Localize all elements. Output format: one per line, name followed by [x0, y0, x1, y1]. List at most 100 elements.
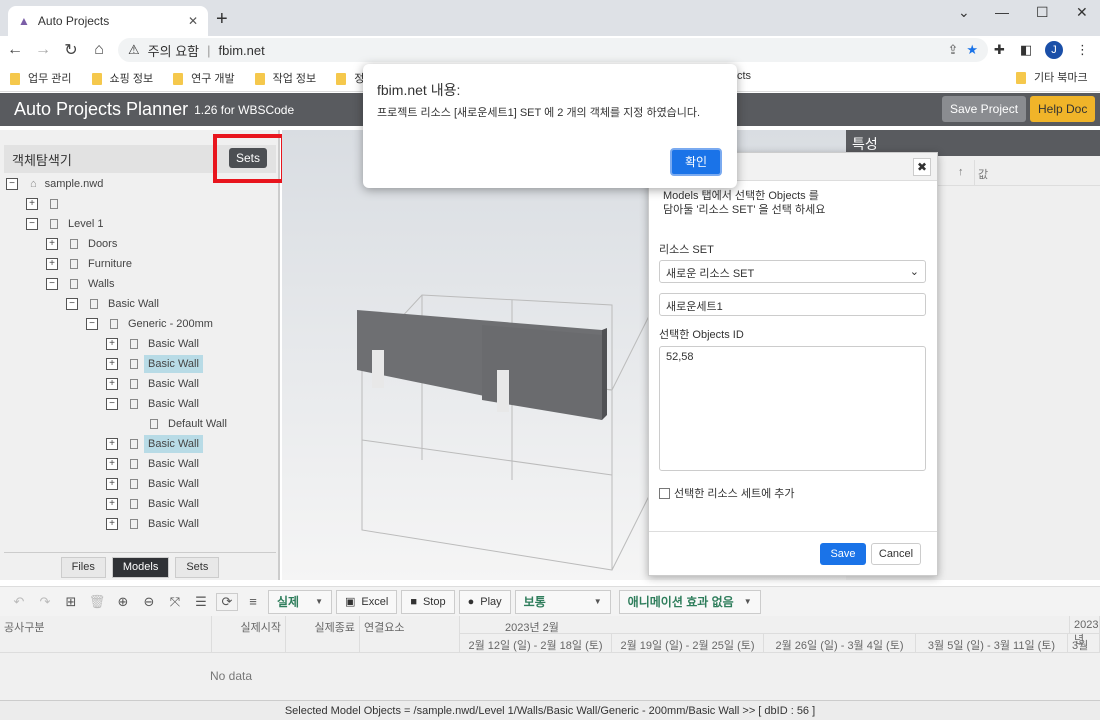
tree-item[interactable]: − Basic Wall — [4, 394, 276, 414]
share-icon[interactable]: ⇪ — [947, 42, 958, 58]
bookmark-item[interactable]: 쇼핑 정보 — [91, 70, 153, 86]
cancel-button[interactable]: Cancel — [871, 543, 921, 565]
add-to-set-checkbox-row[interactable]: 선택한 리소스 세트에 추가 — [659, 485, 795, 501]
folder-icon — [336, 72, 347, 85]
tree-item[interactable]: − ⌂ sample.nwd — [4, 174, 276, 194]
list-icon[interactable]: ≡ — [242, 594, 264, 609]
expand-icon[interactable]: + — [106, 338, 118, 350]
object-ids-textarea[interactable]: 52,58 — [659, 346, 926, 471]
reload-icon[interactable]: ↻ — [58, 40, 84, 60]
help-doc-button[interactable]: Help Doc — [1030, 96, 1096, 122]
menu-icon[interactable]: ⋮ — [1076, 42, 1089, 58]
expand-icon[interactable]: + — [106, 378, 118, 390]
add-to-set-checkbox[interactable] — [659, 487, 670, 499]
expand-icon[interactable]: + — [106, 458, 118, 470]
collapse-icon[interactable]: − — [106, 398, 118, 410]
undo-icon[interactable]: ↶ — [8, 594, 30, 610]
tree-item[interactable]: − Level 1 — [4, 214, 276, 234]
stop-button[interactable]: ■ Stop — [401, 589, 455, 614]
speed-select[interactable]: 보통 ▼ — [514, 589, 611, 614]
animation-select[interactable]: 애니메이션 효과 없음 ▼ — [618, 589, 761, 614]
collapse-icon[interactable]: − — [66, 298, 78, 310]
redo-icon[interactable]: ↷ — [34, 594, 56, 610]
back-icon[interactable]: ← — [2, 41, 28, 59]
excel-button[interactable]: ▣ Excel — [336, 589, 398, 614]
stop-icon: ■ — [410, 595, 417, 608]
tree-item[interactable]: + Basic Wall — [4, 454, 276, 474]
close-tab-icon[interactable]: ✕ — [188, 14, 198, 28]
tree-item[interactable]: + Basic Wall — [4, 354, 276, 374]
bookmark-star-icon[interactable]: ★ — [966, 42, 978, 58]
tree-item-label: sample.nwd — [44, 178, 104, 190]
tree-item[interactable]: − Generic - 200mm — [4, 314, 276, 334]
expand-icon[interactable]: + — [26, 198, 38, 210]
new-tab-button[interactable]: + — [216, 8, 228, 31]
address-input[interactable]: ⚠ 주의 요함 | fbim.net ⇪ ★ — [118, 38, 988, 62]
tree-item[interactable]: + Furniture — [4, 254, 276, 274]
tab-models[interactable]: Models — [111, 557, 170, 578]
browser-tab[interactable]: ▲ Auto Projects ✕ — [8, 6, 208, 36]
mode-select[interactable]: 실제 ▼ — [268, 589, 332, 614]
refresh-icon[interactable]: ⟳ — [216, 592, 238, 611]
tree-item[interactable]: + Doors — [4, 234, 276, 254]
expand-icon[interactable]: + — [106, 438, 118, 450]
bookmark-item[interactable]: cts — [737, 70, 751, 82]
extensions-icon[interactable]: ✚ — [994, 42, 1005, 58]
fit-icon[interactable]: ⤧ — [164, 594, 186, 610]
collapse-icon[interactable]: − — [26, 218, 38, 230]
properties-header-row: ↑ 값 — [938, 160, 1100, 186]
close-icon[interactable]: ✖ — [913, 158, 931, 176]
collapse-icon[interactable]: − — [86, 318, 98, 330]
save-button[interactable]: Save — [820, 543, 866, 565]
expand-icon[interactable]: + — [46, 238, 58, 250]
collapse-icon[interactable]: − — [6, 178, 18, 190]
tree-item[interactable]: + Basic Wall — [4, 474, 276, 494]
tree-item[interactable]: − Walls — [4, 274, 276, 294]
zoom-out-icon[interactable]: ⊖ — [138, 594, 160, 610]
week-header: 3월 — [1068, 634, 1100, 653]
expand-icon[interactable]: + — [46, 258, 58, 270]
collapse-icon[interactable]: ☰ — [190, 594, 212, 610]
tree-item[interactable]: + Basic Wall — [4, 514, 276, 534]
expand-icon[interactable]: + — [106, 518, 118, 530]
avatar[interactable]: J — [1045, 41, 1063, 59]
bookmark-item[interactable]: 작업 정보 — [254, 70, 316, 86]
tab-files[interactable]: Files — [60, 557, 106, 578]
side-panel-icon[interactable]: ◧ — [1020, 42, 1032, 58]
alert-message: 프로젝트 리소스 [새로운세트1] SET 에 2 개의 객체를 지정 하였습니… — [377, 107, 701, 119]
play-button[interactable]: ● Play — [458, 589, 511, 614]
tree-item[interactable]: + Basic Wall — [4, 334, 276, 354]
resource-set-select[interactable]: 새로운 리소스 SET ⌄ — [659, 260, 926, 283]
bookmark-item[interactable]: 업무 관리 — [10, 70, 72, 86]
other-bookmarks[interactable]: 기타 북마크 — [1016, 69, 1088, 85]
sets-button[interactable]: Sets — [229, 148, 268, 168]
tree-item[interactable]: + Basic Wall — [4, 434, 276, 454]
maximize-button[interactable]: ☐ — [1036, 4, 1049, 21]
tab-sets[interactable]: Sets — [175, 557, 220, 578]
home-icon[interactable]: ⌂ — [86, 41, 112, 59]
collapse-icon[interactable]: − — [46, 278, 58, 290]
save-project-button[interactable]: Save Project — [942, 96, 1027, 122]
ok-button[interactable]: 확인 — [670, 148, 722, 176]
bookmark-item[interactable]: 연구 개발 — [173, 70, 235, 86]
tree-item[interactable]: + Basic Wall — [4, 494, 276, 514]
forward-icon[interactable]: → — [30, 41, 56, 59]
expand-icon[interactable]: + — [106, 358, 118, 370]
add-item-icon[interactable]: ⊞ — [60, 594, 82, 610]
delete-item-icon[interactable]: 🗑 — [86, 594, 108, 610]
set-name-input[interactable]: 새로운세트1 — [659, 293, 926, 316]
tree-item-label: Basic Wall — [148, 338, 199, 350]
tab-search-icon[interactable]: ⌄ — [958, 4, 970, 21]
minimize-button[interactable]: — — [995, 4, 1009, 20]
tree-item[interactable]: + Basic Wall — [4, 374, 276, 394]
tree-item[interactable]: Default Wall — [4, 414, 276, 434]
zoom-in-icon[interactable]: ⊕ — [112, 594, 134, 610]
close-window-button[interactable]: ✕ — [1076, 4, 1088, 21]
sort-icon[interactable]: ↑ — [958, 166, 964, 178]
tree-item[interactable]: + — [4, 194, 276, 214]
expand-icon[interactable]: + — [106, 498, 118, 510]
resource-set-dialog: ✖ Models 탭에서 선택한 Objects 를 담아둘 '리소스 SET' … — [648, 152, 938, 576]
status-bar: Selected Model Objects = /sample.nwd/Lev… — [0, 700, 1100, 720]
tree-item[interactable]: − Basic Wall — [4, 294, 276, 314]
expand-icon[interactable]: + — [106, 478, 118, 490]
